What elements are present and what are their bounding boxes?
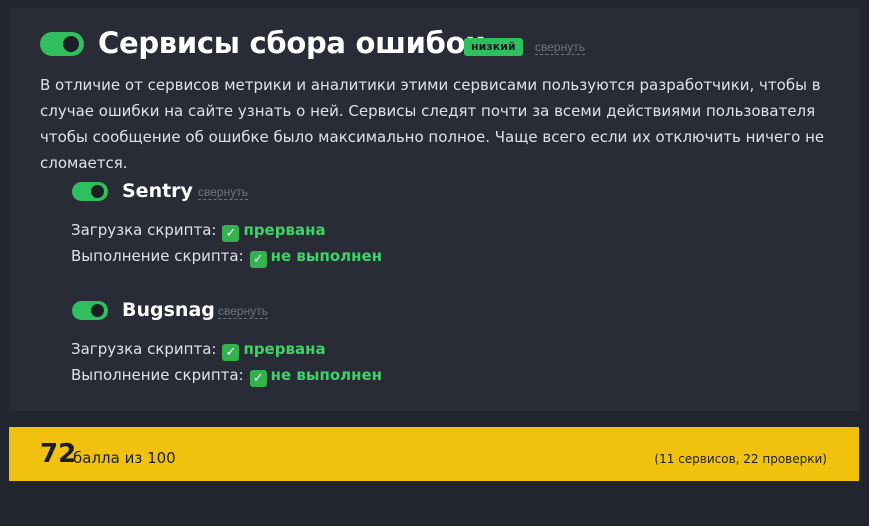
score-value: 72 bbox=[40, 439, 77, 469]
group-description: В отличие от сервисов метрики и аналитик… bbox=[40, 76, 825, 172]
check-label: Выполнение скрипта: bbox=[71, 247, 244, 265]
score-label: балла из 100 bbox=[73, 449, 176, 467]
service-name-bugsnag: Bugsnag bbox=[122, 299, 215, 321]
service-collapse-link-sentry[interactable]: свернуть bbox=[198, 185, 248, 200]
severity-badge: низкий bbox=[464, 38, 523, 56]
score-bar: 72 балла из 100 (11 сервисов, 22 проверк… bbox=[9, 427, 859, 481]
group-title: Сервисы сбора ошибок bbox=[98, 26, 485, 60]
check-status: прервана bbox=[243, 340, 326, 358]
check-mark-icon: ✓ bbox=[249, 251, 267, 268]
check-status: не выполнен bbox=[270, 247, 383, 265]
service-toggle-sentry[interactable] bbox=[72, 182, 108, 201]
check-row-script-load-sentry: Загрузка скрипта: ✓ прервана bbox=[71, 220, 326, 242]
group-collapse-link[interactable]: свернуть bbox=[535, 40, 585, 55]
check-status: прервана bbox=[243, 221, 326, 239]
toggle-knob bbox=[63, 36, 79, 52]
toggle-knob bbox=[91, 304, 104, 317]
check-row-script-exec-sentry: Выполнение скрипта: ✓ не выполнен bbox=[71, 246, 382, 268]
check-label: Загрузка скрипта: bbox=[71, 221, 217, 239]
check-mark-icon: ✓ bbox=[222, 225, 240, 242]
service-name-sentry: Sentry bbox=[122, 180, 193, 202]
check-mark-icon: ✓ bbox=[222, 344, 240, 361]
check-row-script-exec-bugsnag: Выполнение скрипта: ✓ не выполнен bbox=[71, 365, 382, 387]
check-status: не выполнен bbox=[270, 366, 383, 384]
service-collapse-link-bugsnag[interactable]: свернуть bbox=[218, 304, 268, 319]
check-label: Выполнение скрипта: bbox=[71, 366, 244, 384]
service-toggle-bugsnag[interactable] bbox=[72, 301, 108, 320]
group-toggle[interactable] bbox=[40, 32, 84, 56]
check-mark-icon: ✓ bbox=[249, 370, 267, 387]
check-label: Загрузка скрипта: bbox=[71, 340, 217, 358]
check-row-script-load-bugsnag: Загрузка скрипта: ✓ прервана bbox=[71, 339, 326, 361]
toggle-knob bbox=[91, 185, 104, 198]
score-meta: (11 сервисов, 22 проверки) bbox=[654, 452, 827, 466]
